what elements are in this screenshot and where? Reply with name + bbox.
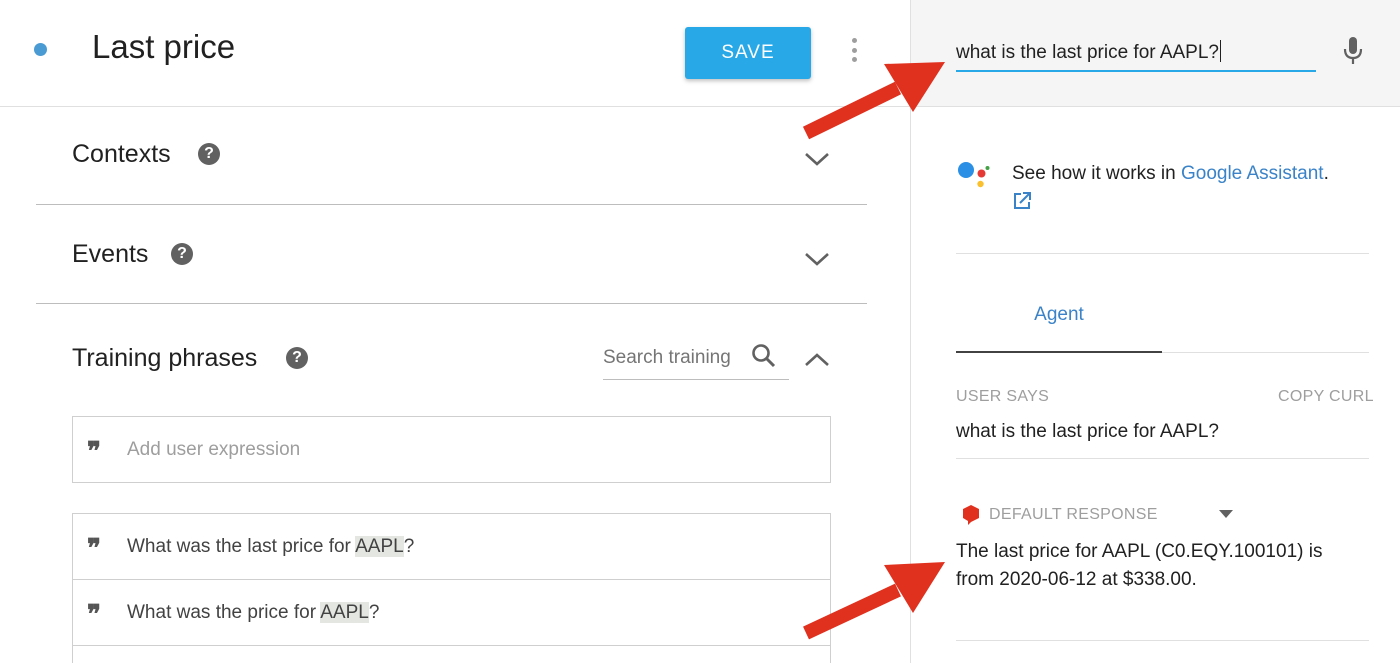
contexts-help-icon[interactable]: ? [198, 143, 220, 165]
default-response-label: DEFAULT RESPONSE [989, 506, 1158, 523]
assistant-text: See how it works in Google Assistant. [1012, 163, 1329, 185]
tab-agent[interactable]: Agent [956, 290, 1162, 353]
contexts-chevron-down-icon[interactable] [804, 151, 830, 167]
try-it-bar: what is the last price for AAPL? [911, 0, 1400, 107]
training-chevron-up-icon[interactable] [804, 352, 830, 368]
training-phrase-row[interactable]: ❞ What was the price for AAPL? [72, 579, 831, 646]
divider [36, 204, 867, 205]
assistant-prefix: See how it works in [1012, 163, 1181, 184]
page-title: Last price [92, 28, 236, 65]
mic-icon[interactable] [1343, 36, 1363, 66]
status-dot-icon [34, 43, 47, 56]
search-training-placeholder: Search training [603, 347, 731, 368]
training-help-icon[interactable]: ? [286, 347, 308, 369]
training-phrase-text[interactable]: What was the last price for AAPL? [127, 536, 414, 558]
dropdown-icon[interactable] [1219, 510, 1233, 518]
divider [1162, 352, 1369, 353]
search-icon[interactable] [751, 343, 777, 369]
training-phrase-text[interactable]: What was the price for AAPL? [127, 602, 379, 624]
divider [36, 303, 867, 304]
google-assistant-row: See how it works in Google Assistant. [956, 160, 1376, 220]
tab-agent-label: Agent [1034, 304, 1084, 325]
assistant-suffix: . [1323, 163, 1329, 184]
training-section-title[interactable]: Training phrases [72, 344, 257, 373]
user-says-label: USER SAYS [956, 388, 1050, 405]
events-section-title[interactable]: Events [72, 240, 148, 269]
response-bubble-icon [963, 505, 979, 525]
phrase-text-before: What was the price for [127, 602, 321, 623]
phrase-text-after: ? [368, 602, 380, 623]
add-user-expression-field[interactable]: ❞ Add user expression [72, 416, 831, 483]
copy-curl-button[interactable]: COPY CURL [1278, 388, 1374, 406]
training-phrase-row[interactable]: ❞ What was the last price for AAPL? [72, 513, 831, 580]
phrase-text-after: ? [403, 536, 415, 557]
simulator-pane: what is the last price for AAPL? See how… [910, 0, 1400, 663]
search-training-input[interactable]: Search training [603, 340, 789, 380]
events-help-icon[interactable]: ? [171, 243, 193, 265]
phrase-text-before: What was the last price for [127, 536, 356, 557]
contexts-section-title[interactable]: Contexts [72, 140, 171, 169]
add-user-expression-placeholder: Add user expression [127, 439, 301, 460]
entity-annotation[interactable]: AAPL [355, 536, 404, 557]
divider [956, 253, 1369, 254]
more-vert-icon[interactable] [850, 38, 858, 62]
divider [956, 640, 1369, 641]
external-link-icon[interactable] [1012, 191, 1032, 211]
google-assistant-link[interactable]: Google Assistant [1181, 163, 1324, 184]
quote-icon: ❞ [87, 534, 101, 564]
google-assistant-icon [958, 162, 990, 188]
intent-editor-pane: Last price SAVE Contexts ? Events ? Trai… [0, 0, 910, 663]
divider [956, 458, 1369, 459]
training-phrase-row[interactable] [72, 645, 831, 663]
response-line-1: The last price for AAPL (C0.EQY.100101) … [956, 541, 1323, 562]
quote-icon: ❞ [87, 437, 101, 467]
save-button[interactable]: SAVE [685, 27, 811, 79]
quote-icon: ❞ [87, 600, 101, 630]
try-it-input[interactable]: what is the last price for AAPL? [956, 28, 1316, 72]
intent-header: Last price SAVE [0, 0, 910, 107]
entity-annotation[interactable]: AAPL [320, 602, 369, 623]
user-says-value: what is the last price for AAPL? [956, 421, 1219, 442]
response-line-2: from 2020-06-12 at $338.00. [956, 569, 1197, 590]
events-chevron-down-icon[interactable] [804, 251, 830, 267]
try-it-query-text: what is the last price for AAPL? [956, 42, 1219, 63]
